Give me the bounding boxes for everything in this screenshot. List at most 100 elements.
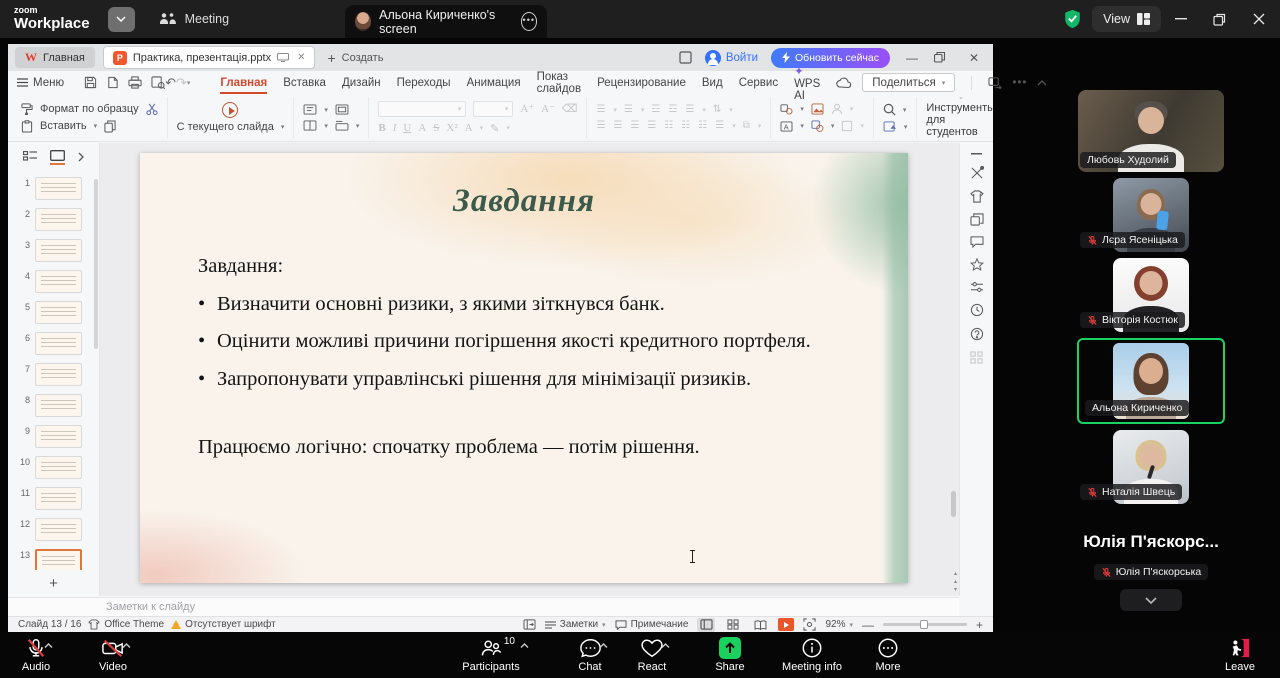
- slide-thumbnail-9[interactable]: 9: [8, 421, 95, 452]
- react-button[interactable]: React: [614, 636, 690, 673]
- close-document-icon[interactable]: ✕: [297, 52, 305, 63]
- paste-icon[interactable]: [21, 120, 33, 133]
- tab-shared-screen[interactable]: Альона Кириченко's screen •••: [345, 5, 547, 38]
- undo-icon[interactable]: ↶: [165, 75, 176, 91]
- slide-navigation-buttons[interactable]: ▴▴▾: [954, 571, 957, 593]
- slide-thumbnail-1[interactable]: 1: [8, 173, 95, 204]
- audio-options-caret-icon[interactable]: [44, 643, 53, 649]
- slide-preview-icon[interactable]: [335, 104, 349, 115]
- meeting-info-button[interactable]: Meeting info: [774, 636, 850, 673]
- wps-restore-button[interactable]: [934, 52, 952, 63]
- slide-thumbnail-10[interactable]: 10: [8, 452, 95, 483]
- slide-thumbnail-13[interactable]: 13: [8, 545, 95, 570]
- thumbnail-preview[interactable]: [35, 394, 82, 417]
- slide-thumbnail-4[interactable]: 4: [8, 266, 95, 297]
- wps-close-button[interactable]: ✕: [965, 51, 983, 65]
- zoom-in-button[interactable]: +: [976, 618, 983, 632]
- format-painter-icon[interactable]: [21, 103, 33, 115]
- print-icon[interactable]: [128, 76, 142, 89]
- audio-button[interactable]: Audio: [0, 636, 74, 673]
- redo-icon[interactable]: ↷: [176, 75, 187, 91]
- replace-slide-icon[interactable]: [883, 121, 897, 132]
- menu-item-10[interactable]: WPS AI: [786, 64, 828, 102]
- switch-window-icon[interactable]: [988, 77, 1002, 89]
- comment-toggle[interactable]: Примечание: [615, 619, 689, 630]
- slide-thumbnail-8[interactable]: 8: [8, 390, 95, 421]
- thumbnail-preview[interactable]: [35, 518, 82, 541]
- undo-history-caret-icon[interactable]: ▾: [187, 79, 191, 87]
- share-document-button[interactable]: Поделиться ▾: [862, 73, 955, 92]
- slide-layout-icon[interactable]: [303, 120, 317, 131]
- add-slide-button[interactable]: +: [8, 575, 99, 592]
- thumbnail-preview[interactable]: [35, 456, 82, 479]
- slide-thumbnail-11[interactable]: 11: [8, 483, 95, 514]
- restore-button[interactable]: [1200, 0, 1239, 38]
- star-icon[interactable]: [970, 258, 984, 271]
- outline-view-icon[interactable]: [23, 151, 37, 164]
- slide-section-icon[interactable]: [335, 120, 349, 131]
- thumbnail-preview[interactable]: [35, 363, 82, 386]
- slide-notes-area[interactable]: Заметки к слайду: [8, 597, 959, 616]
- new-slide-icon[interactable]: [303, 104, 317, 115]
- leave-button[interactable]: Leave: [1202, 636, 1278, 673]
- slide-thumbnail-5[interactable]: 5: [8, 297, 95, 328]
- collapse-pane-icon[interactable]: [971, 153, 982, 156]
- menu-item-8[interactable]: Вид: [694, 77, 731, 89]
- thumbnail-preview[interactable]: [35, 208, 82, 231]
- comment-icon[interactable]: [970, 236, 984, 248]
- wps-minimize-button[interactable]: —: [903, 51, 921, 65]
- find-icon[interactable]: [883, 103, 896, 116]
- slide-view-icon[interactable]: [50, 150, 65, 164]
- thumbnail-preview[interactable]: [35, 301, 82, 324]
- participant-tile[interactable]: Наталія Швець: [1077, 430, 1225, 504]
- participant-tile[interactable]: Юлія П'яскорс...Юлія П'яскорська: [1077, 532, 1225, 580]
- minimize-button[interactable]: [1161, 0, 1200, 38]
- view-button[interactable]: View: [1092, 6, 1161, 32]
- zoom-slider-thumb[interactable]: [920, 620, 928, 629]
- participant-tile[interactable]: Вікторія Костюк: [1077, 258, 1225, 332]
- slide-thumbnail-3[interactable]: 3: [8, 235, 95, 266]
- thumbnail-preview[interactable]: [35, 332, 82, 355]
- reading-view-button[interactable]: [751, 618, 769, 632]
- paste-caret-icon[interactable]: ▾: [94, 122, 98, 130]
- ribbon-student-tools[interactable]: Инструменты для студентов: [917, 97, 993, 138]
- wps-home-tab[interactable]: W Главная: [15, 47, 95, 68]
- pane-toggle-icon[interactable]: [523, 619, 536, 630]
- zoom-level[interactable]: 92% ▾: [825, 619, 853, 630]
- paste-label[interactable]: Вставить: [40, 120, 87, 132]
- fit-slide-icon[interactable]: [803, 618, 816, 631]
- participant-tile[interactable]: Альона Кириченко: [1077, 338, 1225, 424]
- text-box-icon[interactable]: A: [780, 121, 793, 132]
- from-current-caret-icon[interactable]: ▾: [281, 123, 285, 131]
- slide-thumbnail-12[interactable]: 12: [8, 514, 95, 545]
- slide-thumbnail-2[interactable]: 2: [8, 204, 95, 235]
- thumbnail-scrollbar[interactable]: [94, 179, 98, 349]
- slideshow-button[interactable]: [778, 618, 794, 631]
- zoom-out-button[interactable]: —: [862, 618, 874, 632]
- design-theme-icon[interactable]: [970, 190, 984, 203]
- settings-sliders-icon[interactable]: [970, 281, 984, 293]
- thumbnail-preview[interactable]: [35, 239, 82, 262]
- video-options-caret-icon[interactable]: [122, 643, 131, 649]
- font-warning[interactable]: Отсутствует шрифт: [171, 619, 276, 630]
- participant-tile[interactable]: Лєра Ясеніцька: [1077, 178, 1225, 252]
- export-pdf-icon[interactable]: [106, 76, 119, 89]
- menu-item-2[interactable]: Вставка: [275, 77, 334, 89]
- react-caret-icon[interactable]: [661, 643, 670, 649]
- wps-menu-button[interactable]: Меню: [17, 77, 64, 89]
- thumbnail-preview[interactable]: [35, 487, 82, 510]
- play-slideshow-icon[interactable]: [222, 102, 238, 118]
- video-button[interactable]: Video: [75, 636, 151, 673]
- participant-tile[interactable]: Любовь Худолий: [1077, 90, 1225, 172]
- more-button[interactable]: More: [850, 636, 926, 673]
- security-shield-icon[interactable]: [1063, 9, 1082, 29]
- participants-button[interactable]: 10 Participants: [453, 636, 529, 673]
- normal-view-button[interactable]: [697, 618, 715, 632]
- window-mode-icon[interactable]: [679, 51, 692, 64]
- from-current-slide-label[interactable]: С текущего слайда: [177, 121, 274, 133]
- menu-item-9[interactable]: Сервис: [731, 77, 786, 89]
- menu-item-6[interactable]: Показ слайдов: [529, 71, 590, 95]
- history-clock-icon[interactable]: [970, 303, 984, 317]
- theme-indicator[interactable]: Office Theme: [88, 619, 164, 630]
- slide-canvas[interactable]: Завдання Завдання: •Визначити основні ри…: [140, 153, 908, 583]
